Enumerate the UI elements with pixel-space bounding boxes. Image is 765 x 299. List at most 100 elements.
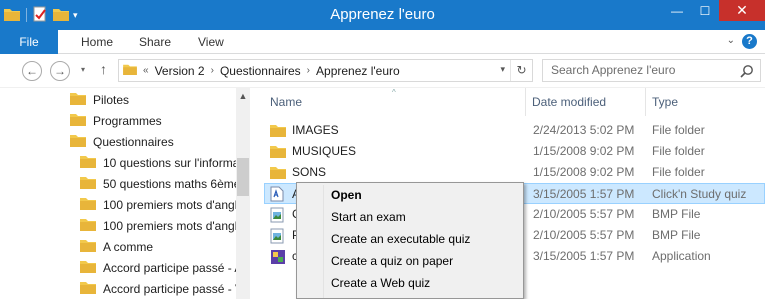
breadcrumb-item[interactable]: Questionnaires (220, 64, 301, 78)
recent-locations-dropdown[interactable]: ▾ (73, 61, 93, 81)
file-row[interactable]: IMAGES 2/24/2013 5:02 PM File folder (264, 120, 765, 141)
breadcrumb-item[interactable]: Apprenez l'euro (316, 64, 400, 78)
file-type: BMP File (652, 228, 701, 242)
breadcrumb-separator[interactable]: › (307, 65, 310, 76)
search-input[interactable]: Search Apprenez l'euro (542, 59, 761, 82)
window-controls: — ☐ ✕ (663, 0, 765, 21)
scrollbar-thumb[interactable] (237, 158, 249, 196)
forward-button[interactable]: → (50, 61, 70, 81)
sidebar-item-label: 100 premiers mots d'angl (103, 197, 238, 212)
file-date-modified: 1/15/2008 9:02 PM (533, 144, 635, 158)
tab-view[interactable]: View (198, 30, 224, 54)
context-menu-item[interactable]: Start an exam (299, 206, 521, 228)
context-menu-item[interactable]: Open (299, 184, 521, 206)
file-name: SONS (292, 165, 327, 179)
sidebar-item-label: Pilotes (93, 92, 130, 107)
search-placeholder: Search Apprenez l'euro (551, 63, 676, 77)
file-type: File folder (652, 123, 705, 137)
search-icon[interactable] (740, 64, 754, 78)
folder-icon (80, 196, 96, 213)
scroll-up-icon[interactable]: ▲ (236, 88, 250, 105)
folder-icon (70, 91, 86, 108)
file-type: Click'n Study quiz (652, 187, 747, 201)
bmp-file-icon (270, 207, 284, 226)
bmp-file-icon (270, 228, 284, 247)
file-date-modified: 3/15/2005 1:57 PM (533, 187, 635, 201)
tab-share[interactable]: Share (139, 30, 171, 54)
nav-pane-scrollbar[interactable]: ▲ (236, 88, 250, 299)
folder-icon (270, 144, 286, 161)
column-header-type[interactable]: Type (652, 88, 678, 116)
file-name: IMAGES (292, 123, 339, 137)
context-menu-item[interactable]: Create a Web quiz (299, 272, 521, 294)
close-button[interactable]: ✕ (719, 0, 765, 21)
file-row[interactable]: SONS 1/15/2008 9:02 PM File folder (264, 162, 765, 183)
column-divider[interactable] (645, 88, 646, 116)
file-date-modified: 2/10/2005 5:57 PM (533, 207, 635, 221)
tab-home[interactable]: Home (81, 30, 113, 54)
breadcrumb-separator[interactable]: › (211, 65, 214, 76)
column-header-name[interactable]: Name (270, 88, 302, 116)
sidebar-item[interactable]: 100 premiers mots d'angl (80, 215, 237, 236)
column-divider[interactable] (525, 88, 526, 116)
title-bar: ▾ Apprenez l'euro — ☐ ✕ (0, 0, 765, 30)
sidebar-item[interactable]: 100 premiers mots d'angl (80, 194, 237, 215)
folder-icon (80, 175, 96, 192)
sidebar-item-label: 50 questions maths 6ème (103, 176, 241, 191)
folder-icon (123, 63, 137, 78)
breadcrumb-item[interactable]: Version 2 (155, 64, 205, 78)
breadcrumb: « Version 2 › Questionnaires › Apprenez … (123, 60, 406, 81)
window-title: Apprenez l'euro (330, 6, 435, 23)
breadcrumb-overflow[interactable]: « (143, 65, 149, 76)
folder-icon (270, 165, 286, 182)
sidebar-item[interactable]: Accord participe passé - V (80, 278, 243, 299)
file-type: Application (652, 249, 711, 263)
sidebar-item-label: Accord participe passé - V (103, 281, 244, 296)
sort-ascending-icon: ^ (392, 88, 396, 97)
folder-icon (80, 259, 96, 276)
context-menu: Open Start an exam Create an executable qu… (296, 182, 524, 299)
file-name: MUSIQUES (292, 144, 357, 158)
file-date-modified: 1/15/2008 9:02 PM (533, 165, 635, 179)
file-type: File folder (652, 144, 705, 158)
column-header-date-modified[interactable]: Date modified (532, 88, 606, 116)
help-icon[interactable]: ? (742, 34, 757, 49)
sidebar-item[interactable]: Accord participe passé - A (80, 257, 242, 278)
sidebar-item[interactable]: Pilotes (70, 89, 129, 110)
sidebar-item[interactable]: Questionnaires (70, 131, 174, 152)
back-button[interactable]: ← (22, 61, 42, 81)
application-icon (270, 249, 286, 268)
folder-icon (80, 238, 96, 255)
refresh-button[interactable]: ↻ (510, 60, 532, 81)
maximize-button[interactable]: ☐ (691, 0, 719, 21)
folder-icon (70, 112, 86, 129)
file-type: File folder (652, 165, 705, 179)
folder-icon (80, 154, 96, 171)
address-dropdown[interactable]: ▾ (500, 64, 505, 75)
sidebar-item[interactable]: 10 questions sur l'informa (80, 152, 239, 173)
file-date-modified: 2/10/2005 5:57 PM (533, 228, 635, 242)
file-date-modified: 2/24/2013 5:02 PM (533, 123, 635, 137)
context-menu-item[interactable]: Create an executable quiz (299, 228, 521, 250)
sidebar-item[interactable]: A comme (80, 236, 153, 257)
sidebar-item-label: 100 premiers mots d'angl (103, 218, 238, 233)
sidebar-item[interactable]: Programmes (70, 110, 162, 131)
folder-icon (80, 217, 96, 234)
sidebar-item-label: Programmes (93, 113, 162, 128)
context-menu-item[interactable]: Create a quiz on paper (299, 250, 521, 272)
sidebar-item[interactable]: 50 questions maths 6ème (80, 173, 240, 194)
navigation-pane: Pilotes Programmes Questionnaires 10 questi… (0, 88, 250, 299)
minimize-button[interactable]: — (663, 0, 691, 21)
ribbon-tabs: File Home Share View ⌄ ? (0, 30, 765, 54)
file-row[interactable]: MUSIQUES 1/15/2008 9:02 PM File folder (264, 141, 765, 162)
navigation-bar: ← → ▾ ↑ « Version 2 › Questionnaires › A… (0, 54, 765, 88)
sidebar-item-label: Questionnaires (93, 134, 174, 149)
address-bar[interactable]: « Version 2 › Questionnaires › Apprenez … (118, 59, 533, 82)
sidebar-item-label: 10 questions sur l'informa (103, 155, 240, 170)
folder-icon (80, 280, 96, 297)
expand-ribbon-icon[interactable]: ⌄ (727, 35, 735, 46)
up-button[interactable]: ↑ (100, 61, 107, 77)
sidebar-item-label: A comme (103, 239, 154, 254)
sidebar-item-label: Accord participe passé - A (103, 260, 243, 275)
tab-file[interactable]: File (0, 30, 58, 54)
